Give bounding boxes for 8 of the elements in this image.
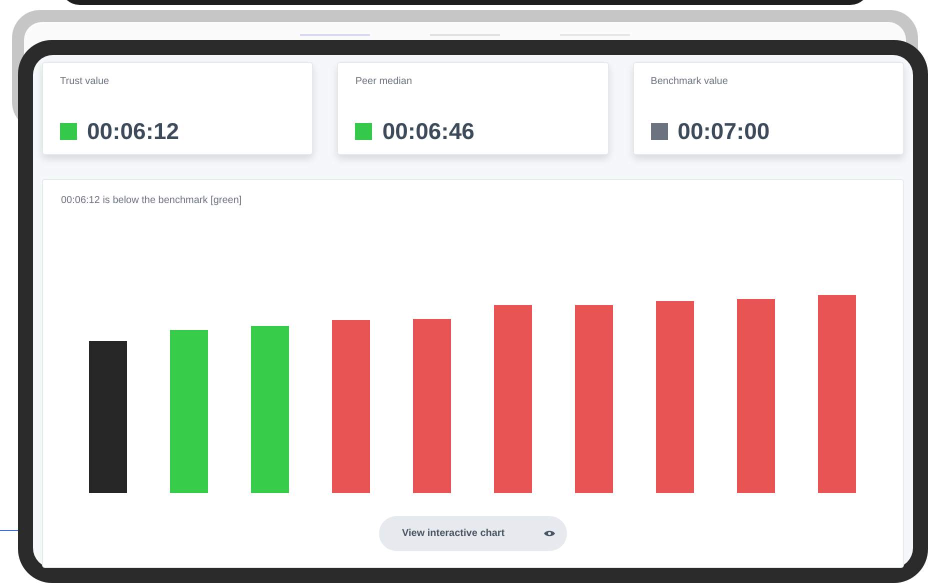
metric-value: 00:06:46 (382, 117, 474, 146)
metric-value: 00:07:00 (678, 117, 770, 146)
metric-label: Trust value (60, 75, 110, 89)
metric-label: Benchmark value (650, 75, 729, 89)
view-chart-button[interactable]: View interactive chart (379, 516, 567, 551)
chart-caption: 00:06:12 is below the benchmark [green] (61, 194, 242, 208)
metric-label: Peer median (355, 75, 414, 89)
metric-value: 00:06:12 (87, 117, 180, 146)
